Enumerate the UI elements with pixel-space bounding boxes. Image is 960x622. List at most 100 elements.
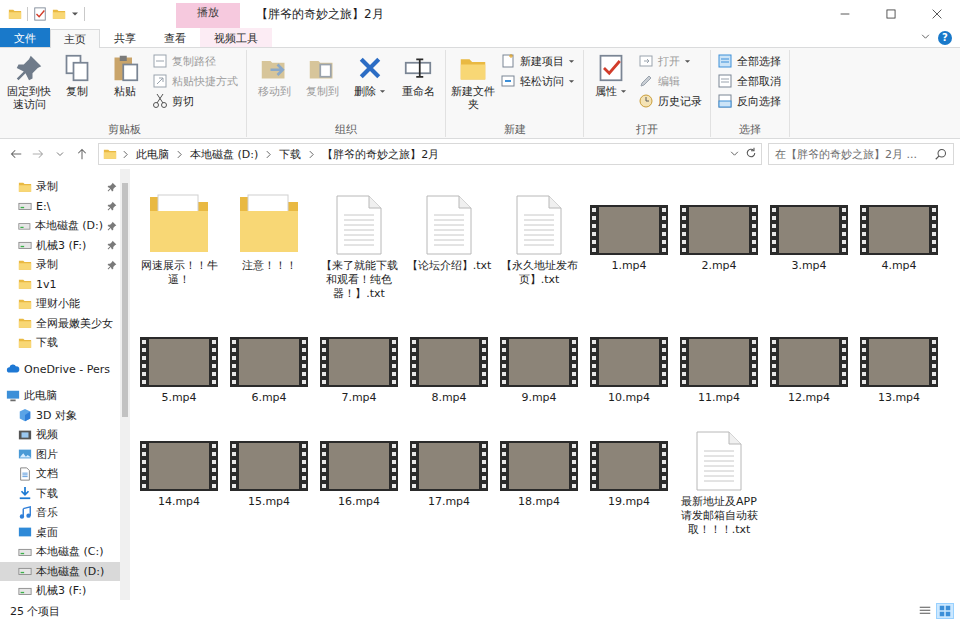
ribbon-small-button[interactable]: 轻松访问: [498, 72, 579, 90]
ribbon-tab[interactable]: 主页: [50, 29, 100, 48]
collapse-ribbon-button[interactable]: [921, 31, 930, 44]
sidebar-item[interactable]: 1v1: [0, 275, 120, 295]
sidebar-item[interactable]: 录制: [0, 255, 120, 275]
file-item[interactable]: 【论坛介绍】.txt: [404, 181, 494, 275]
ribbon-tab[interactable]: 共享: [100, 28, 150, 47]
back-button[interactable]: [6, 144, 26, 164]
sidebar-section[interactable]: 此电脑: [0, 386, 120, 406]
file-item[interactable]: 18.mp4: [494, 417, 584, 511]
sidebar-item[interactable]: 全网最嫩美少女: [0, 314, 120, 334]
ribbon-button-label: 粘贴快捷方式: [172, 74, 238, 89]
sidebar-item[interactable]: 图片: [0, 445, 120, 465]
ribbon-group-label: 打开: [588, 123, 706, 137]
ribbon-tab[interactable]: 文件: [0, 28, 50, 47]
sidebar-item[interactable]: 本地磁盘 (C:): [0, 542, 120, 562]
sidebar-item[interactable]: 理财小能: [0, 294, 120, 314]
ribbon-small-button[interactable]: 全部取消: [715, 72, 785, 90]
ribbon-small-button[interactable]: 历史记录: [636, 92, 706, 110]
breadcrumb[interactable]: 【胖爷的奇妙之旅】2月: [320, 147, 441, 162]
file-item[interactable]: 16.mp4: [314, 417, 404, 511]
folder-icon: [52, 7, 66, 21]
sidebar-item[interactable]: 下载: [0, 333, 120, 353]
ribbon-small-button[interactable]: 打开: [636, 52, 706, 70]
file-item[interactable]: 【永久地址发布页】.txt: [494, 181, 584, 289]
sidebar-item[interactable]: 本地磁盘 (D:): [0, 562, 120, 582]
file-item[interactable]: 13.mp4: [854, 313, 944, 407]
forward-button[interactable]: [28, 144, 48, 164]
file-item[interactable]: 10.mp4: [584, 313, 674, 407]
file-item[interactable]: 12.mp4: [764, 313, 854, 407]
file-item[interactable]: 8.mp4: [404, 313, 494, 407]
ribbon-small-button[interactable]: 编辑: [636, 72, 706, 90]
ribbon-small-button[interactable]: 全部选择: [715, 52, 785, 70]
file-item[interactable]: 17.mp4: [404, 417, 494, 511]
recent-locations-button[interactable]: [50, 144, 70, 164]
address-history-button[interactable]: [730, 148, 739, 161]
ribbon-large-button[interactable]: 固定到快速访问: [6, 52, 52, 113]
ribbon-large-button[interactable]: 新建文件夹: [450, 52, 496, 113]
ribbon-large-button[interactable]: 复制: [54, 52, 100, 100]
file-item[interactable]: 最新地址及APP请发邮箱自动获取！！！.txt: [674, 417, 764, 539]
ribbon-large-button[interactable]: 复制到: [299, 52, 345, 100]
ribbon-large-button[interactable]: 属性: [588, 52, 634, 100]
file-item[interactable]: 3.mp4: [764, 181, 854, 275]
sidebar-item-label: 音乐: [36, 505, 58, 520]
maximize-button[interactable]: [868, 0, 914, 28]
file-item[interactable]: 注意！！！: [224, 181, 314, 275]
file-item[interactable]: 9.mp4: [494, 313, 584, 407]
sidebar-scrollbar[interactable]: [120, 169, 130, 600]
ribbon-small-button[interactable]: 复制路径: [150, 52, 242, 70]
ribbon-button-label: 移动到: [258, 85, 291, 98]
file-item[interactable]: 4.mp4: [854, 181, 944, 275]
video-thumbnail: [140, 441, 218, 491]
sidebar-item[interactable]: 视频: [0, 425, 120, 445]
up-button[interactable]: [72, 144, 92, 164]
ribbon-tab[interactable]: 查看: [150, 28, 200, 47]
ribbon-large-button[interactable]: 移动到: [251, 52, 297, 100]
scrollbar-thumb[interactable]: [122, 183, 128, 417]
ribbon-small-button[interactable]: 剪切: [150, 92, 242, 110]
close-button[interactable]: [914, 0, 960, 28]
file-item[interactable]: 6.mp4: [224, 313, 314, 407]
ribbon-tab[interactable]: 视频工具: [200, 28, 272, 47]
file-item[interactable]: 11.mp4: [674, 313, 764, 407]
breadcrumb[interactable]: 本地磁盘 (D:): [188, 147, 260, 162]
minimize-button[interactable]: [822, 0, 868, 28]
sidebar-item[interactable]: 本地磁盘 (D:): [0, 216, 120, 236]
breadcrumb[interactable]: 此电脑: [134, 147, 171, 162]
sidebar-item[interactable]: 文档: [0, 464, 120, 484]
help-button[interactable]: ?: [938, 31, 952, 45]
sidebar-section[interactable]: OneDrive - Pers: [0, 360, 120, 380]
file-item[interactable]: 5.mp4: [134, 313, 224, 407]
file-item[interactable]: 2.mp4: [674, 181, 764, 275]
ribbon-small-button[interactable]: 新建项目: [498, 52, 579, 70]
ribbon-large-button[interactable]: 删除: [347, 52, 393, 100]
sidebar-item[interactable]: E:\: [0, 197, 120, 217]
address-bar[interactable]: 此电脑 本地磁盘 (D:) 下载 【胖爷的奇妙之旅】2月: [98, 143, 762, 165]
file-item[interactable]: 网速展示！！牛逼！: [134, 181, 224, 289]
sidebar-item[interactable]: 机械3 (F:): [0, 236, 120, 256]
sidebar-item[interactable]: 机械3 (F:): [0, 581, 120, 600]
breadcrumb[interactable]: 下载: [277, 147, 303, 162]
sidebar-item[interactable]: 音乐: [0, 503, 120, 523]
view-button[interactable]: [916, 603, 934, 619]
file-item[interactable]: 15.mp4: [224, 417, 314, 511]
ribbon-small-column: 打开编辑历史记录: [636, 52, 706, 110]
refresh-button[interactable]: [745, 147, 757, 162]
ribbon-large-button[interactable]: 重命名: [395, 52, 441, 100]
file-item[interactable]: 14.mp4: [134, 417, 224, 511]
video-thumbnail: [770, 205, 848, 255]
file-item[interactable]: 1.mp4: [584, 181, 674, 275]
ribbon-small-button[interactable]: 反向选择: [715, 92, 785, 110]
sidebar-item[interactable]: 录制: [0, 177, 120, 197]
search-box[interactable]: 在【胖爷的奇妙之旅】2月 ...: [768, 143, 954, 165]
view-button[interactable]: [936, 603, 954, 619]
ribbon-small-button[interactable]: 粘贴快捷方式: [150, 72, 242, 90]
sidebar-item[interactable]: 桌面: [0, 523, 120, 543]
ribbon-large-button[interactable]: 粘贴: [102, 52, 148, 100]
sidebar-item[interactable]: 3D 对象: [0, 406, 120, 426]
sidebar-item[interactable]: 下载: [0, 484, 120, 504]
file-item[interactable]: 19.mp4: [584, 417, 674, 511]
file-item[interactable]: 7.mp4: [314, 313, 404, 407]
file-item[interactable]: 【来了就能下载和观看！纯色器！】.txt: [314, 181, 404, 303]
